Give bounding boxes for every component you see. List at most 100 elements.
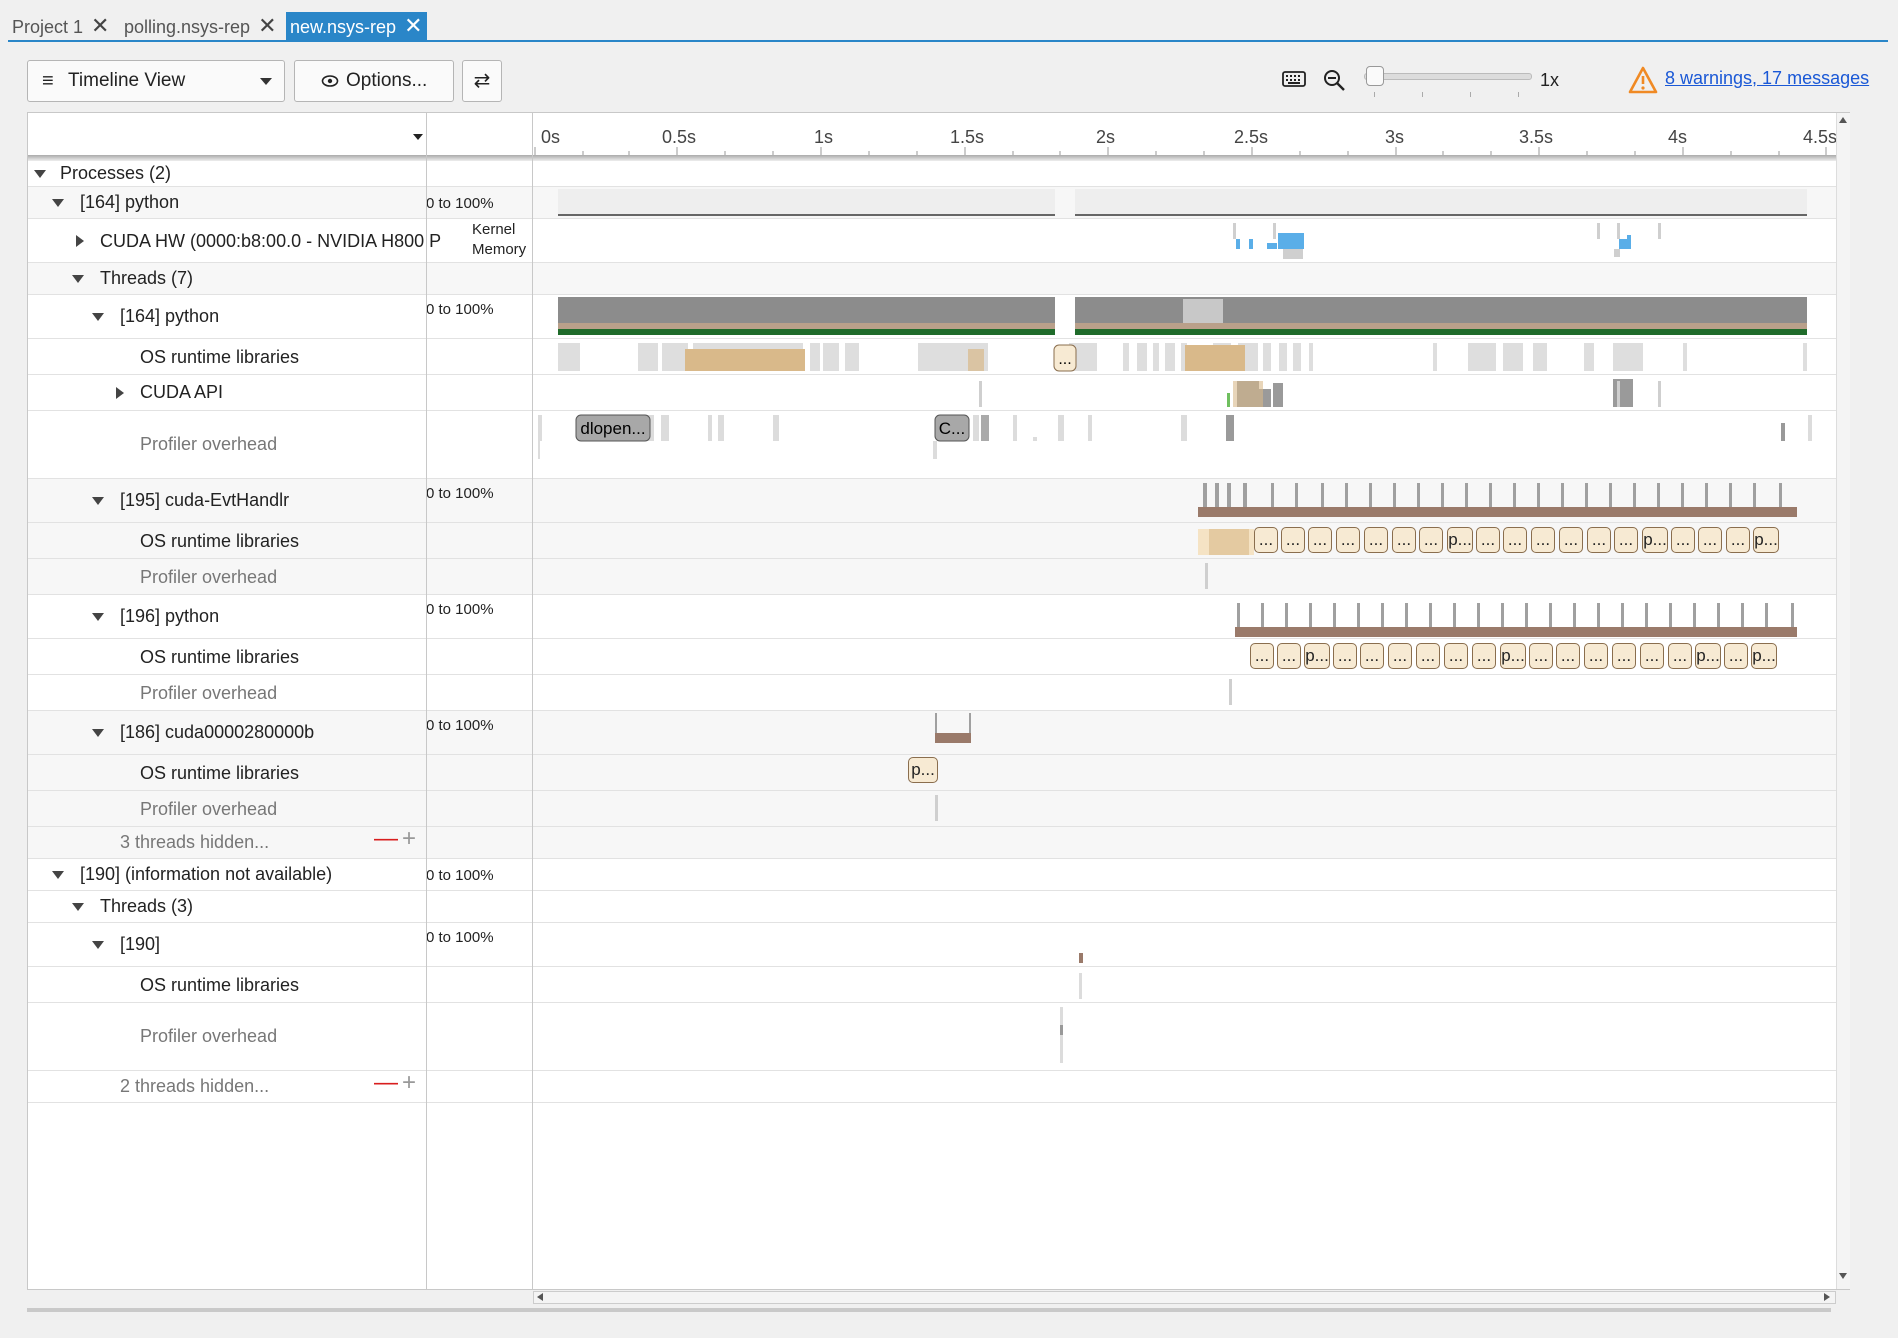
os-runtime-event[interactable]: ...: [1308, 527, 1332, 553]
os-runtime-event[interactable]: p...: [1304, 643, 1330, 669]
collapse-icon[interactable]: [52, 199, 64, 207]
os-runtime-event[interactable]: ...: [1254, 527, 1278, 553]
os-runtime-event[interactable]: ...: [1281, 527, 1305, 553]
os-runtime-event[interactable]: ...: [1614, 527, 1638, 553]
thread-190-label: [190]: [120, 934, 161, 954]
swap-button[interactable]: ⇄: [462, 60, 502, 102]
plus-icon[interactable]: +: [402, 825, 416, 853]
scroll-left-icon[interactable]: [537, 1293, 543, 1301]
collapse-icon[interactable]: [52, 871, 64, 879]
os-runtime-event[interactable]: ...: [1360, 643, 1384, 669]
options-button[interactable]: Options...: [294, 60, 454, 102]
column-menu-icon[interactable]: [413, 134, 423, 140]
profiler-overhead-label: Profiler overhead: [140, 434, 278, 454]
os-runtime-event[interactable]: p...: [1751, 643, 1777, 669]
close-icon[interactable]: ✕: [91, 13, 109, 38]
zoom-slider[interactable]: [1364, 73, 1532, 80]
os-runtime-event[interactable]: ...: [1559, 527, 1583, 553]
os-runtime-label: OS runtime libraries: [140, 647, 300, 667]
minus-icon[interactable]: —: [374, 825, 398, 853]
collapse-icon[interactable]: [72, 275, 84, 283]
expand-icon[interactable]: [76, 235, 84, 247]
scale-label: 0 to 100%: [426, 301, 494, 318]
os-runtime-event[interactable]: ...: [1419, 527, 1443, 553]
keyboard-icon[interactable]: [1282, 70, 1306, 88]
eye-icon: [321, 75, 339, 87]
thread-196-label: [196] python: [120, 606, 220, 626]
zoom-out-icon[interactable]: [1322, 68, 1346, 92]
process-190-label: [190] (information not available): [80, 864, 333, 884]
collapse-icon[interactable]: [92, 729, 104, 737]
view-selector[interactable]: ≡ Timeline View: [27, 60, 285, 102]
os-runtime-event[interactable]: ...: [1668, 643, 1692, 669]
tab-label: polling.nsys-rep: [124, 17, 251, 37]
scroll-right-icon[interactable]: [1824, 1293, 1830, 1301]
scale-label: 0 to 100%: [426, 717, 494, 734]
collapse-icon[interactable]: [34, 170, 46, 178]
os-runtime-event[interactable]: ...: [1388, 643, 1412, 669]
cuda-api-label: CUDA API: [140, 382, 224, 402]
os-runtime-event[interactable]: ...: [1472, 643, 1496, 669]
os-runtime-event[interactable]: ...: [1277, 643, 1301, 669]
close-icon[interactable]: ✕: [404, 13, 422, 38]
warnings-link[interactable]: 8 warnings, 17 messages: [1665, 68, 1869, 89]
event-label[interactable]: dlopen...: [580, 419, 645, 438]
os-runtime-event[interactable]: ...: [1476, 527, 1500, 553]
os-runtime-event[interactable]: p...: [1695, 643, 1721, 669]
os-runtime-event[interactable]: ...: [1726, 527, 1750, 553]
tab-project-1[interactable]: Project 1 ✕: [12, 12, 109, 40]
tab-polling[interactable]: polling.nsys-rep ✕: [124, 12, 277, 40]
tab-new[interactable]: new.nsys-rep ✕: [286, 12, 427, 40]
scale-label: 0 to 100%: [426, 929, 494, 946]
minus-icon[interactable]: —: [374, 1069, 398, 1097]
os-runtime-event[interactable]: p...: [1447, 527, 1473, 553]
collapse-icon[interactable]: [92, 613, 104, 621]
collapse-icon[interactable]: [72, 903, 84, 911]
horizontal-scrollbar[interactable]: [533, 1291, 1836, 1304]
profiler-overhead-label: Profiler overhead: [140, 567, 278, 587]
os-runtime-event[interactable]: p...: [1642, 527, 1668, 553]
os-runtime-event[interactable]: ...: [1587, 527, 1611, 553]
thread-195-label: [195] cuda-EvtHandlr: [120, 490, 290, 510]
vertical-scrollbar[interactable]: [1836, 113, 1850, 1289]
os-runtime-event[interactable]: ...: [1250, 643, 1274, 669]
os-runtime-event[interactable]: ...: [1584, 643, 1608, 669]
os-runtime-event[interactable]: ...: [1671, 527, 1695, 553]
scroll-down-icon[interactable]: [1839, 1273, 1847, 1279]
os-runtime-event[interactable]: ...: [1531, 527, 1555, 553]
timeline-canvas[interactable]: ... dlopen... C...: [533, 113, 1836, 1289]
expand-icon[interactable]: [116, 387, 124, 399]
os-runtime-event[interactable]: ...: [1698, 527, 1722, 553]
os-runtime-event[interactable]: p...: [1500, 643, 1526, 669]
os-runtime-event[interactable]: ...: [1556, 643, 1580, 669]
event-label[interactable]: ...: [1058, 351, 1071, 368]
os-runtime-event[interactable]: ...: [1364, 527, 1388, 553]
dropdown-icon: [260, 78, 272, 85]
scroll-up-icon[interactable]: [1839, 117, 1847, 123]
zoom-slider-handle[interactable]: [1366, 66, 1384, 86]
os-runtime-event[interactable]: ...: [1333, 643, 1357, 669]
os-runtime-event[interactable]: ...: [1444, 643, 1468, 669]
menu-icon: ≡: [42, 70, 54, 92]
collapse-icon[interactable]: [92, 313, 104, 321]
warning-icon: [1628, 66, 1658, 94]
collapse-icon[interactable]: [92, 941, 104, 949]
os-runtime-event[interactable]: p...: [908, 757, 938, 783]
os-runtime-event[interactable]: ...: [1529, 643, 1553, 669]
scale-label: 0 to 100%: [426, 867, 494, 884]
os-runtime-event[interactable]: ...: [1724, 643, 1748, 669]
close-icon[interactable]: ✕: [258, 13, 276, 38]
os-runtime-event[interactable]: p...: [1753, 527, 1779, 553]
os-runtime-event[interactable]: ...: [1416, 643, 1440, 669]
kernel-label: Kernel: [472, 221, 516, 238]
collapse-icon[interactable]: [92, 497, 104, 505]
os-runtime-event[interactable]: ...: [1503, 527, 1527, 553]
os-runtime-event[interactable]: ...: [1612, 643, 1636, 669]
plus-icon[interactable]: +: [402, 1069, 416, 1097]
os-runtime-label: OS runtime libraries: [140, 763, 300, 783]
process-164-label: [164] python: [80, 192, 180, 212]
os-runtime-event[interactable]: ...: [1392, 527, 1416, 553]
os-runtime-event[interactable]: ...: [1640, 643, 1664, 669]
event-label[interactable]: C...: [939, 419, 965, 438]
os-runtime-event[interactable]: ...: [1336, 527, 1360, 553]
